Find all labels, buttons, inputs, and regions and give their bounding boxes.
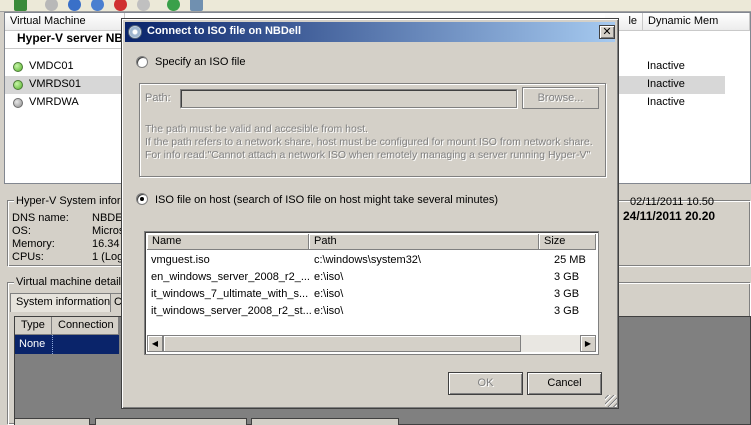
stop-icon[interactable] (91, 0, 104, 11)
bottom-button[interactable] (251, 418, 399, 425)
column-header-size[interactable]: Size (539, 234, 596, 250)
cpus-label: CPUs: (12, 251, 44, 263)
iso-file-row[interactable]: it_windows_server_2008_r2_st... e:\iso\ … (147, 303, 596, 320)
memory-value: 16.34 (92, 238, 120, 250)
file-size: 3 GB (554, 288, 580, 300)
file-path: c:\windows\system32\ (314, 254, 421, 266)
iso-file-row[interactable]: en_windows_server_2008_r2_... e:\iso\ 3 … (147, 269, 596, 286)
vm-stopped-icon (13, 98, 23, 108)
system-info-title: Hyper-V System inform (14, 195, 132, 207)
file-path: e:\iso\ (314, 271, 344, 283)
file-path: e:\iso\ (314, 288, 344, 300)
vm-dynamic-mem: Inactive (647, 96, 685, 108)
power-icon[interactable] (137, 0, 150, 11)
pause-icon[interactable] (114, 0, 127, 11)
file-name: it_windows_7_ultimate_with_s... (151, 288, 309, 300)
column-header-type[interactable]: Type (15, 317, 52, 335)
column-header-dynamic-mem[interactable]: Dynamic Mem (643, 13, 750, 31)
file-size: 3 GB (554, 305, 580, 317)
host-iso-radio[interactable] (136, 193, 148, 205)
specify-iso-label[interactable]: Specify an ISO file (155, 56, 246, 68)
vm-name: VMDC01 (29, 60, 74, 72)
vm-dynamic-mem: Inactive (647, 78, 685, 90)
file-name: it_windows_server_2008_r2_st... (151, 305, 312, 317)
vm-name: VMRDWA (29, 96, 79, 108)
specify-iso-radio[interactable] (136, 56, 148, 68)
host-iso-label[interactable]: ISO file on host (search of ISO file on … (155, 194, 498, 206)
close-button[interactable]: ✕ (599, 25, 615, 39)
os-label: OS: (12, 225, 31, 237)
scroll-left-icon[interactable]: ◀ (147, 335, 163, 352)
bottom-button[interactable] (95, 418, 247, 425)
vm-name: VMRDS01 (29, 78, 81, 90)
connect-iso-dialog: Connect to ISO file on NBDell ✕ Specify … (121, 18, 619, 409)
vm-running-icon (13, 80, 23, 90)
path-label: Path: (145, 92, 171, 104)
refresh-icon[interactable] (167, 0, 180, 11)
disc-icon (128, 25, 142, 39)
forward-icon[interactable] (68, 0, 81, 11)
server-group-header[interactable]: Hyper-V server NB (17, 31, 123, 45)
iso-file-row[interactable]: it_windows_7_ultimate_with_s... e:\iso\ … (147, 286, 596, 303)
dns-name-label: DNS name: (12, 212, 69, 224)
grid-cell-connection[interactable] (52, 335, 119, 354)
vm-running-icon (13, 62, 23, 72)
last-boot-date: 24/11/2011 20.20 (623, 209, 716, 223)
note-line: For info read:"Cannot attach a network I… (145, 149, 591, 161)
settings-icon[interactable] (190, 0, 203, 11)
dns-name-value: NBDE (92, 212, 123, 224)
column-header-name[interactable]: Name (147, 234, 309, 250)
file-name: en_windows_server_2008_r2_... (151, 271, 310, 283)
iso-file-list[interactable]: Name Path Size vmguest.iso c:\windows\sy… (144, 231, 599, 355)
vm-dynamic-mem: Inactive (647, 60, 685, 72)
file-size: 3 GB (554, 271, 580, 283)
iso-file-row[interactable]: vmguest.iso c:\windows\system32\ 25 MB (147, 252, 596, 269)
scroll-right-icon[interactable]: ▶ (580, 335, 596, 352)
resize-grip-icon[interactable] (605, 395, 617, 407)
file-size: 25 MB (554, 254, 586, 266)
note-line: If the path refers to a network share, h… (145, 136, 593, 148)
file-name: vmguest.iso (151, 254, 210, 266)
file-path: e:\iso\ (314, 305, 344, 317)
cancel-button[interactable]: Cancel (527, 372, 602, 395)
vm-icon[interactable] (14, 0, 27, 11)
horizontal-scrollbar[interactable]: ◀ ▶ (147, 335, 596, 352)
memory-label: Memory: (12, 238, 55, 250)
back-icon[interactable] (45, 0, 58, 11)
cpus-value: 1 (Log (92, 251, 124, 263)
browse-button[interactable]: Browse... (522, 87, 599, 109)
column-header-connection[interactable]: Connection (52, 317, 119, 335)
scroll-thumb[interactable] (163, 335, 521, 352)
created-date: 02/11/2011 10.50 (630, 196, 715, 208)
column-header-virtual-machine[interactable]: Virtual Machine (5, 13, 125, 31)
note-line: The path must be valid and accesible fro… (145, 123, 368, 135)
vm-details-title: Virtual machine details (14, 276, 129, 288)
group-divider (5, 48, 125, 49)
os-value: Micros (92, 225, 125, 237)
ok-button[interactable]: OK (448, 372, 523, 395)
path-input[interactable] (180, 89, 517, 108)
toolbar (0, 0, 751, 12)
column-header-path[interactable]: Path (309, 234, 539, 250)
dialog-titlebar[interactable]: Connect to ISO file on NBDell ✕ (125, 22, 615, 42)
bottom-button[interactable] (14, 418, 90, 425)
dialog-title: Connect to ISO file on NBDell (147, 25, 302, 37)
tab-system-information[interactable]: System information (10, 293, 117, 312)
